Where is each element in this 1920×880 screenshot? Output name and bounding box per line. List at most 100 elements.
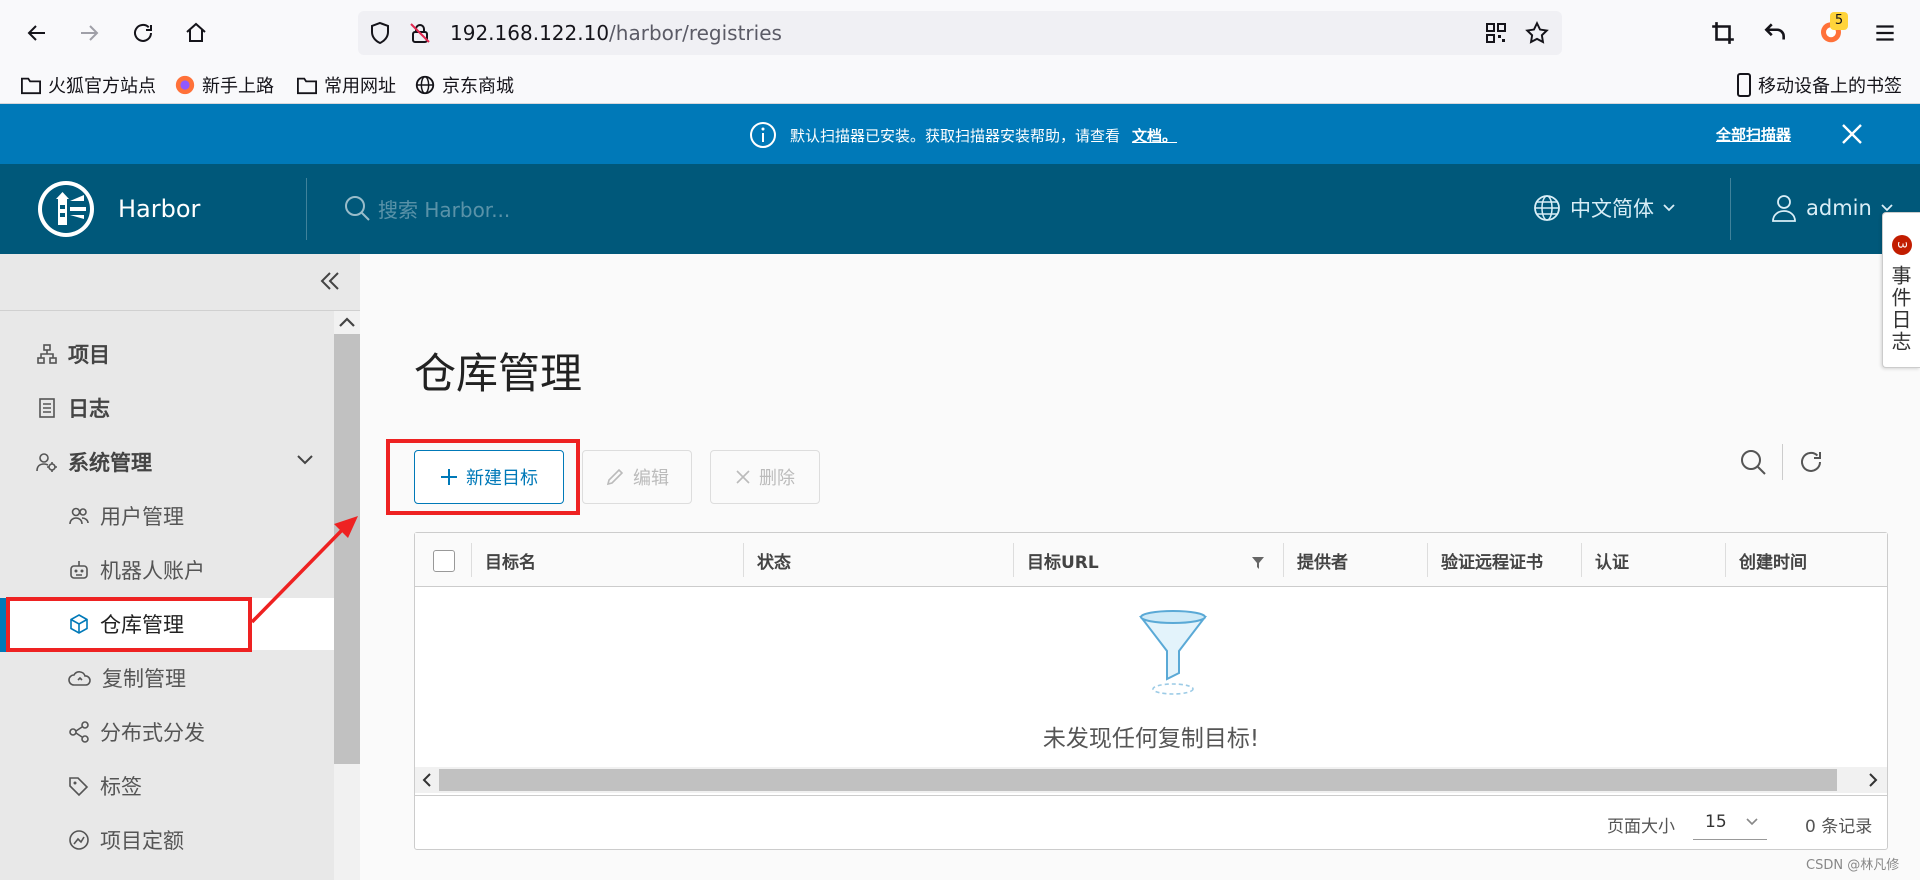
endpoints-datagrid: 目标名 状态 目标URL 提供者 验证远程证书 认证 创建时间 未发现任何复制目…: [414, 532, 1888, 850]
bookmark-label: 火狐官方站点: [48, 76, 156, 97]
edit-button[interactable]: 编辑: [582, 450, 692, 504]
header-divider: [306, 178, 307, 240]
watermark: CSDN @林凡修: [1806, 858, 1900, 873]
reload-icon[interactable]: [128, 18, 158, 48]
global-search[interactable]: 搜索 Harbor...: [342, 193, 510, 223]
url-text[interactable]: 192.168.122.10/harbor/registries: [450, 21, 782, 45]
search-icon: [345, 196, 370, 221]
event-count-badge: 3: [1892, 235, 1912, 255]
mobile-bookmarks[interactable]: 移动设备上的书签: [1736, 71, 1902, 99]
bookmark-item[interactable]: 京东商城: [414, 71, 514, 99]
empty-message: 未发现任何复制目标!: [1042, 726, 1260, 752]
home-icon[interactable]: [181, 18, 211, 48]
globe-icon: [415, 75, 435, 95]
header-divider: [1730, 178, 1731, 240]
toolbar-divider: [1782, 444, 1783, 480]
url-bar[interactable]: 192.168.122.10/harbor/registries: [358, 11, 1562, 55]
user-name: admin: [1806, 196, 1872, 220]
column-header-name[interactable]: 目标名: [471, 533, 536, 587]
bookmark-label: 京东商城: [442, 76, 514, 97]
sidebar-divider: [0, 310, 360, 311]
page-title: 仓库管理: [414, 349, 583, 398]
event-log-tab[interactable]: 3 事件日志: [1882, 212, 1920, 368]
search-icon[interactable]: [1738, 447, 1768, 477]
admin-icon: [36, 453, 57, 472]
menu-icon[interactable]: [1872, 20, 1898, 50]
folder-icon: [21, 77, 41, 95]
search-input[interactable]: 搜索 Harbor...: [378, 194, 510, 223]
sidebar-item-label: 项目: [68, 343, 110, 367]
sidebar-item-label: 日志: [68, 397, 110, 421]
sidebar-item-labels[interactable]: 标签: [0, 760, 334, 812]
sidebar-item-project-quotas[interactable]: 项目定额: [0, 814, 334, 866]
doc-link[interactable]: 文档。: [1132, 125, 1177, 146]
column-header-status[interactable]: 状态: [743, 533, 791, 587]
datagrid-header: 目标名 状态 目标URL 提供者 验证远程证书 认证 创建时间: [415, 533, 1887, 587]
scanner-banner: 默认扫描器已安装。获取扫描器安装帮助，请查看 文档。 全部扫描器: [0, 104, 1920, 164]
scroll-right-icon[interactable]: [1867, 772, 1879, 792]
chevron-down-icon[interactable]: [296, 454, 314, 466]
brand-name[interactable]: Harbor: [118, 195, 200, 223]
horizontal-scrollbar[interactable]: [415, 767, 1887, 793]
sidebar-item-label: 复制管理: [102, 667, 186, 691]
empty-funnel-icon: [1135, 607, 1211, 701]
bookmark-item[interactable]: 常用网址: [296, 71, 396, 99]
harbor-logo-icon[interactable]: [36, 179, 96, 243]
banner-close-icon[interactable]: [1840, 122, 1864, 150]
sidebar-item-label: 机器人账户: [100, 559, 205, 583]
folder-icon: [297, 77, 317, 95]
sidebar-item-logs[interactable]: 日志: [0, 382, 334, 434]
column-header-url[interactable]: 目标URL: [1013, 533, 1099, 587]
undo-arrow-icon[interactable]: [1762, 20, 1788, 50]
column-header-auth[interactable]: 认证: [1581, 533, 1629, 587]
annotation-arrow: [250, 516, 358, 624]
sidebar-item-projects[interactable]: 项目: [0, 328, 334, 380]
column-header-created[interactable]: 创建时间: [1725, 533, 1807, 587]
bookmarks-bar: 火狐官方站点 新手上路 常用网址 京东商城 移动设备上的书签: [0, 66, 1920, 104]
insecure-lock-icon[interactable]: [408, 21, 432, 49]
close-icon: [736, 470, 750, 484]
filter-icon[interactable]: [1251, 555, 1265, 574]
extension-icon[interactable]: 5: [1816, 12, 1848, 50]
delete-button[interactable]: 删除: [710, 450, 820, 504]
share-icon: [69, 721, 89, 743]
all-scanners-link[interactable]: 全部扫描器: [1716, 124, 1791, 145]
back-arrow-icon[interactable]: [22, 18, 52, 48]
logs-icon: [39, 398, 55, 418]
mobile-bookmarks-label: 移动设备上的书签: [1758, 76, 1902, 97]
bookmark-label: 常用网址: [324, 76, 396, 97]
horizontal-scroll-thumb[interactable]: [439, 769, 1837, 791]
users-icon: [69, 507, 89, 525]
pencil-icon: [606, 468, 624, 486]
qr-code-icon[interactable]: [1484, 21, 1508, 49]
bookmark-item[interactable]: 火狐官方站点: [20, 71, 156, 99]
scroll-left-icon[interactable]: [421, 772, 433, 792]
language-label: 中文简体: [1570, 197, 1654, 221]
page-size-label: 页面大小: [1607, 817, 1675, 837]
scroll-up-icon[interactable]: [337, 314, 357, 334]
sidebar-item-label: 用户管理: [100, 505, 184, 529]
projects-icon: [37, 344, 57, 364]
star-bookmark-icon[interactable]: [1524, 20, 1550, 50]
tag-icon: [69, 777, 89, 797]
sidebar-item-administration[interactable]: 系统管理: [0, 436, 334, 488]
select-all-checkbox[interactable]: [433, 550, 455, 572]
collapse-sidebar-icon[interactable]: [318, 270, 342, 296]
grid-toolbar: [1738, 444, 1825, 480]
page-size-select[interactable]: 15: [1693, 804, 1767, 840]
column-header-provider[interactable]: 提供者: [1283, 533, 1348, 587]
language-selector[interactable]: 中文简体: [1532, 193, 1676, 223]
refresh-icon[interactable]: [1797, 448, 1825, 476]
shield-icon[interactable]: [368, 21, 392, 49]
user-menu[interactable]: admin: [1770, 193, 1894, 223]
crop-screenshot-icon[interactable]: [1710, 20, 1736, 50]
sidebar-item-label: 项目定额: [100, 829, 184, 853]
column-header-verify-cert[interactable]: 验证远程证书: [1427, 533, 1543, 587]
forward-arrow-icon[interactable]: [74, 18, 104, 48]
user-icon: [1772, 195, 1796, 222]
extension-badge: 5: [1830, 12, 1848, 30]
sidebar-item-replications[interactable]: 复制管理: [0, 652, 334, 704]
bookmark-item[interactable]: 新手上路: [174, 71, 274, 99]
sidebar-item-distributions[interactable]: 分布式分发: [0, 706, 334, 758]
chevron-down-icon: [1663, 204, 1675, 212]
